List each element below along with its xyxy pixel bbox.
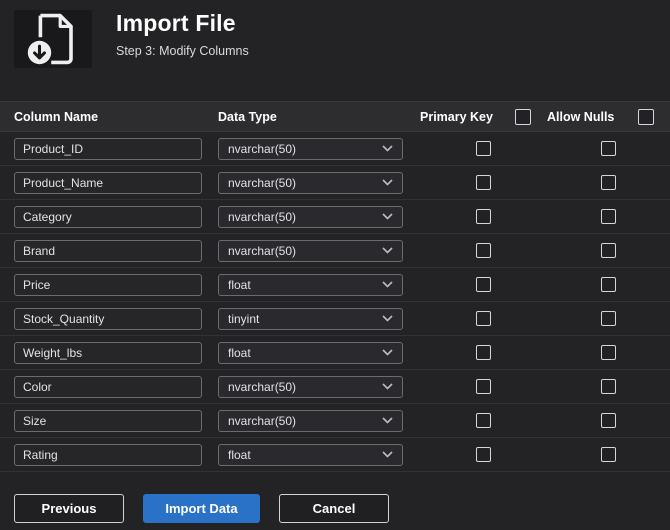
data-type-value: float bbox=[228, 447, 251, 462]
data-type-dropdown[interactable]: nvarchar(50) bbox=[218, 409, 403, 432]
allow-nulls-checkbox[interactable] bbox=[601, 141, 616, 156]
data-type-value: nvarchar(50) bbox=[228, 243, 297, 258]
table-header-row: Column Name Data Type Primary Key Allow … bbox=[0, 101, 670, 132]
primary-key-checkbox[interactable] bbox=[476, 447, 491, 462]
primary-key-checkbox[interactable] bbox=[476, 209, 491, 224]
allow-nulls-select-all-checkbox[interactable] bbox=[638, 108, 654, 125]
chevron-down-icon bbox=[382, 145, 393, 152]
primary-key-checkbox[interactable] bbox=[476, 379, 491, 394]
table-row: nvarchar(50) bbox=[0, 166, 670, 200]
table-row: tinyint bbox=[0, 302, 670, 336]
primary-key-checkbox[interactable] bbox=[476, 175, 491, 190]
step-subtitle: Step 3: Modify Columns bbox=[116, 44, 249, 58]
table-body: nvarchar(50) nvarchar(50) bbox=[0, 132, 670, 472]
page-title: Import File bbox=[116, 10, 236, 36]
column-name-input[interactable] bbox=[14, 375, 202, 398]
chevron-down-icon bbox=[382, 383, 393, 390]
chevron-down-icon bbox=[382, 417, 393, 424]
data-type-value: float bbox=[228, 277, 251, 292]
chevron-down-icon bbox=[382, 247, 393, 254]
primary-key-checkbox[interactable] bbox=[476, 311, 491, 326]
chevron-down-icon bbox=[382, 213, 393, 220]
column-name-input[interactable] bbox=[14, 409, 202, 432]
column-name-input[interactable] bbox=[14, 239, 202, 262]
table-row: float bbox=[0, 336, 670, 370]
import-file-icon bbox=[14, 10, 92, 68]
data-type-value: nvarchar(50) bbox=[228, 209, 297, 224]
chevron-down-icon bbox=[382, 315, 393, 322]
data-type-dropdown[interactable]: nvarchar(50) bbox=[218, 137, 403, 160]
table-row: nvarchar(50) bbox=[0, 200, 670, 234]
data-type-value: nvarchar(50) bbox=[228, 379, 297, 394]
column-name-input[interactable] bbox=[14, 307, 202, 330]
data-type-dropdown[interactable]: float bbox=[218, 341, 403, 364]
table-row: nvarchar(50) bbox=[0, 404, 670, 438]
primary-key-checkbox[interactable] bbox=[476, 345, 491, 360]
cancel-button[interactable]: Cancel bbox=[279, 494, 389, 523]
chevron-down-icon bbox=[382, 349, 393, 356]
column-name-input[interactable] bbox=[14, 341, 202, 364]
data-type-dropdown[interactable]: nvarchar(50) bbox=[218, 375, 403, 398]
column-name-input[interactable] bbox=[14, 205, 202, 228]
data-type-dropdown[interactable]: nvarchar(50) bbox=[218, 171, 403, 194]
data-type-dropdown[interactable]: float bbox=[218, 273, 403, 296]
import-file-dialog: Import File Step 3: Modify Columns Colum… bbox=[0, 0, 670, 523]
data-type-value: tinyint bbox=[228, 311, 260, 326]
table-row: float bbox=[0, 268, 670, 302]
chevron-down-icon bbox=[382, 281, 393, 288]
data-type-value: nvarchar(50) bbox=[228, 175, 297, 190]
column-name-input[interactable] bbox=[14, 443, 202, 466]
allow-nulls-checkbox[interactable] bbox=[601, 209, 616, 224]
allow-nulls-checkbox[interactable] bbox=[601, 243, 616, 258]
import-data-button[interactable]: Import Data bbox=[143, 494, 260, 523]
dialog-header: Import File Step 3: Modify Columns bbox=[0, 0, 670, 90]
footer-actions: Previous Import Data Cancel bbox=[0, 472, 670, 523]
column-name-input[interactable] bbox=[14, 171, 202, 194]
table-row: nvarchar(50) bbox=[0, 132, 670, 166]
chevron-down-icon bbox=[382, 179, 393, 186]
header-titles: Import File Step 3: Modify Columns bbox=[116, 8, 249, 58]
column-name-input[interactable] bbox=[14, 137, 202, 160]
data-type-value: float bbox=[228, 345, 251, 360]
col-header-primary-key: Primary Key bbox=[420, 109, 493, 124]
primary-key-checkbox[interactable] bbox=[476, 243, 491, 258]
data-type-value: nvarchar(50) bbox=[228, 141, 297, 156]
columns-table: Column Name Data Type Primary Key Allow … bbox=[0, 101, 670, 472]
previous-button[interactable]: Previous bbox=[14, 494, 124, 523]
allow-nulls-checkbox[interactable] bbox=[601, 277, 616, 292]
col-header-allow-nulls: Allow Nulls bbox=[547, 109, 615, 124]
allow-nulls-checkbox[interactable] bbox=[601, 447, 616, 462]
data-type-value: nvarchar(50) bbox=[228, 413, 297, 428]
primary-key-select-all-checkbox[interactable] bbox=[515, 108, 531, 125]
primary-key-checkbox[interactable] bbox=[476, 141, 491, 156]
allow-nulls-checkbox[interactable] bbox=[601, 413, 616, 428]
allow-nulls-checkbox[interactable] bbox=[601, 175, 616, 190]
chevron-down-icon bbox=[382, 451, 393, 458]
table-row: float bbox=[0, 438, 670, 472]
allow-nulls-checkbox[interactable] bbox=[601, 311, 616, 326]
data-type-dropdown[interactable]: float bbox=[218, 443, 403, 466]
col-header-column-name: Column Name bbox=[14, 109, 99, 124]
column-name-input[interactable] bbox=[14, 273, 202, 296]
data-type-dropdown[interactable]: nvarchar(50) bbox=[218, 205, 403, 228]
primary-key-checkbox[interactable] bbox=[476, 413, 491, 428]
primary-key-checkbox[interactable] bbox=[476, 277, 491, 292]
col-header-data-type: Data Type bbox=[218, 109, 277, 124]
table-row: nvarchar(50) bbox=[0, 234, 670, 268]
allow-nulls-checkbox[interactable] bbox=[601, 379, 616, 394]
data-type-dropdown[interactable]: nvarchar(50) bbox=[218, 239, 403, 262]
allow-nulls-checkbox[interactable] bbox=[601, 345, 616, 360]
table-row: nvarchar(50) bbox=[0, 370, 670, 404]
data-type-dropdown[interactable]: tinyint bbox=[218, 307, 403, 330]
